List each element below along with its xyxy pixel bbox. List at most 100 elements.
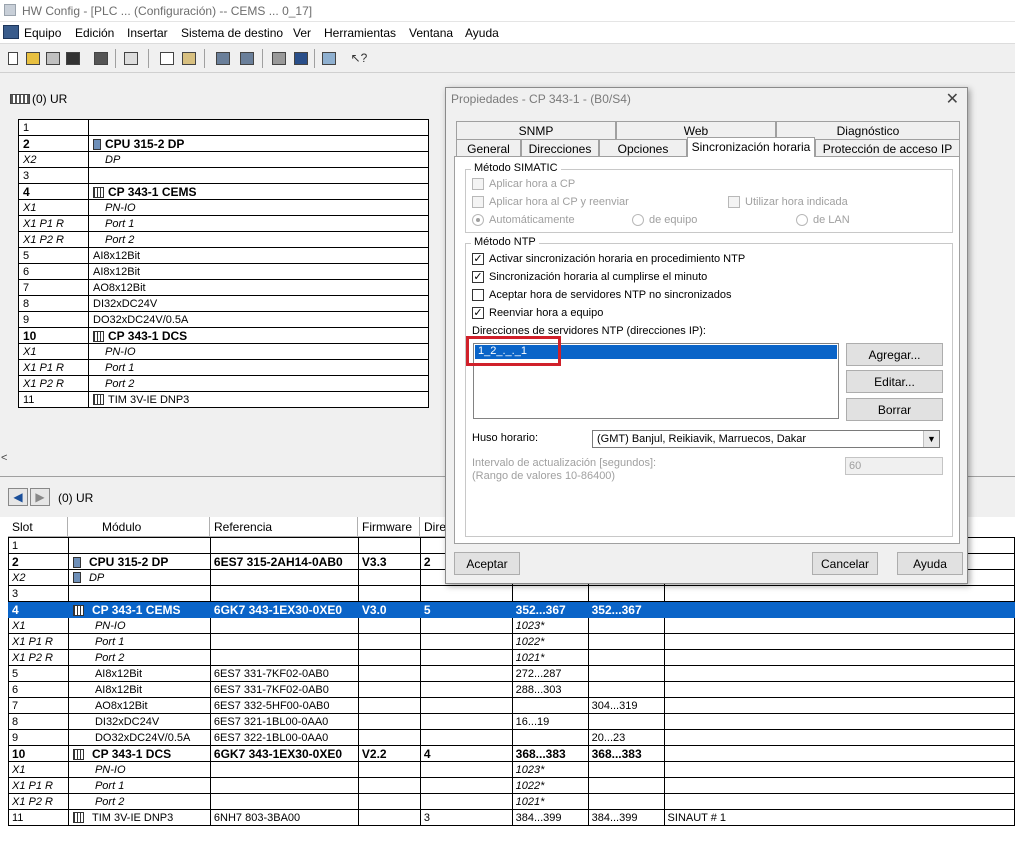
menu-insertar[interactable]: Insertar	[127, 26, 168, 40]
edit-button[interactable]: Editar...	[846, 370, 943, 393]
table-row[interactable]: 4 CP 343-1 CEMS 6GK7 343-1EX30-0XE0 V3.0 5 35…	[8, 601, 1015, 618]
tab-opciones[interactable]: Opciones	[599, 139, 687, 157]
rack-row[interactable]: X1 P2 R Port 2	[18, 375, 429, 392]
copy-icon[interactable]	[158, 49, 176, 67]
rack-row[interactable]: X1 PN-IO	[18, 199, 429, 216]
nav-back-icon[interactable]: ◀	[8, 488, 28, 506]
rack-row[interactable]: 1	[18, 119, 429, 136]
cell-fw: V2.2	[357, 745, 421, 762]
tab-direcciones[interactable]: Direcciones	[521, 139, 599, 157]
rack-row[interactable]: 3	[18, 167, 429, 184]
rack-row[interactable]: 11 TIM 3V-IE DNP3	[18, 391, 429, 408]
new-icon[interactable]	[4, 49, 22, 67]
menu-herramientas[interactable]: Herramientas	[324, 26, 396, 40]
tab-snmp[interactable]: SNMP	[456, 121, 616, 139]
cancel-button[interactable]: Cancelar	[812, 552, 878, 575]
scroll-left-icon[interactable]: <	[1, 452, 7, 464]
tab-proteccion-acceso-ip[interactable]: Protección de acceso IP	[815, 139, 960, 157]
rack-row[interactable]: 5 AI8x12Bit	[18, 247, 429, 264]
table-row[interactable]: X1 P1 R Port 1 1022*	[8, 777, 1015, 794]
rack-row[interactable]: 8 DI32xDC24V	[18, 295, 429, 312]
cell-text: 1021*	[515, 795, 545, 808]
save-icon[interactable]	[64, 49, 82, 67]
table-row[interactable]: 11 TIM 3V-IE DNP3 6NH7 803-3BA00 3 384...399…	[8, 809, 1015, 826]
nav-forward-icon[interactable]: ▶	[30, 488, 50, 506]
table-row[interactable]: 8 DI32xDC24V 6ES7 321-1BL00-0AA0 16...19	[8, 713, 1015, 730]
ok-button[interactable]: Aceptar	[454, 552, 520, 575]
table-row[interactable]: X1 PN-IO 1023*	[8, 617, 1015, 634]
rack-row[interactable]: 6 AI8x12Bit	[18, 263, 429, 280]
rack-row[interactable]: X1 P1 R Port 1	[18, 359, 429, 376]
chevron-down-icon[interactable]: ▼	[923, 431, 939, 447]
table-row[interactable]: 5 AI8x12Bit 6ES7 331-7KF02-0AB0 272...287	[8, 665, 1015, 682]
table-row[interactable]: 3	[8, 585, 1015, 602]
rack-row[interactable]: X2 DP	[18, 151, 429, 168]
menu-edicion[interactable]: Edición	[75, 26, 114, 40]
cell-ref: 6ES7 332-5HF00-0AB0	[209, 697, 359, 714]
mdi-child-icon[interactable]	[3, 25, 19, 39]
ntp-unsync-checkbox[interactable]: Aceptar hora de servidores NTP no sincro…	[472, 289, 732, 301]
close-icon[interactable]: ✕	[946, 89, 959, 109]
help-context-icon[interactable]: ↖?	[350, 49, 368, 67]
save-compile-icon[interactable]	[92, 49, 110, 67]
timezone-select[interactable]: (GMT) Banjul, Reikiavik, Marruecos, Daka…	[592, 430, 940, 448]
help-button[interactable]: Ayuda	[897, 552, 963, 575]
add-button[interactable]: Agregar...	[846, 343, 943, 366]
rack-row[interactable]: 10 CP 343-1 DCS	[18, 327, 429, 344]
menu-equipo[interactable]: Equipo	[24, 26, 61, 40]
rack-row[interactable]: X1 P1 R Port 1	[18, 215, 429, 232]
upload-icon[interactable]	[238, 49, 256, 67]
tab-sincronizacion-horaria[interactable]: Sincronización horaria	[687, 137, 815, 157]
table-row[interactable]: X1 PN-IO 1023*	[8, 761, 1015, 778]
netpro-icon[interactable]	[320, 49, 338, 67]
apply-cp-checkbox[interactable]: Aplicar hora a CP	[472, 178, 575, 190]
table-row[interactable]: X1 P1 R Port 1 1022*	[8, 633, 1015, 650]
rack-row[interactable]: 2 CPU 315-2 DP	[18, 135, 429, 152]
apply-forward-checkbox[interactable]: Aplicar hora al CP y reenviar	[472, 196, 629, 208]
table-row[interactable]: X1 P2 R Port 2 1021*	[8, 793, 1015, 810]
print-icon[interactable]	[122, 49, 140, 67]
auto-radio[interactable]: Automáticamente	[472, 214, 575, 226]
rack-module-name: AI8x12Bit	[93, 249, 141, 262]
table-row[interactable]: 7 AO8x12Bit 6ES7 332-5HF00-0AB0 304...319	[8, 697, 1015, 714]
cell-ref	[209, 537, 359, 554]
paste-icon[interactable]	[180, 49, 198, 67]
cell-module: CP 343-1 CEMS	[67, 601, 211, 618]
interval-input[interactable]: 60	[845, 457, 943, 475]
cell-text: 288...303	[515, 683, 562, 696]
ntp-minute-checkbox[interactable]: ✓ Sincronización horaria al cumplirse el…	[472, 271, 707, 283]
ntp-activate-checkbox[interactable]: ✓ Activar sincronización horaria en proc…	[472, 253, 745, 265]
table-row[interactable]: 9 DO32xDC24V/0.5A 6ES7 322-1BL00-0AA0 20...…	[8, 729, 1015, 746]
download-icon[interactable]	[214, 49, 232, 67]
view-icon[interactable]	[292, 49, 310, 67]
rack-row[interactable]: 7 AO8x12Bit	[18, 279, 429, 296]
use-indicated-checkbox[interactable]: Utilizar hora indicada	[728, 196, 848, 208]
menu-ver[interactable]: Ver	[293, 26, 311, 40]
rack-module	[88, 167, 429, 184]
col-referencia[interactable]: Referencia	[210, 517, 358, 537]
col-modulo[interactable]: Módulo	[68, 517, 210, 537]
catalog-icon[interactable]	[270, 49, 288, 67]
from-lan-radio[interactable]: de LAN	[796, 214, 850, 226]
cell-a	[587, 617, 665, 634]
table-row[interactable]: 10 CP 343-1 DCS 6GK7 343-1EX30-0XE0 V2.2 4 36…	[8, 745, 1015, 762]
table-row[interactable]: X1 P2 R Port 2 1021*	[8, 649, 1015, 666]
menu-ayuda[interactable]: Ayuda	[465, 26, 499, 40]
network-icon[interactable]	[44, 49, 62, 67]
delete-button[interactable]: Borrar	[846, 398, 943, 421]
rack-row[interactable]: 4 CP 343-1 CEMS	[18, 183, 429, 200]
horizontal-scrollbar[interactable]: <	[0, 452, 448, 466]
rack-row[interactable]: X1 P2 R Port 2	[18, 231, 429, 248]
menu-ventana[interactable]: Ventana	[409, 26, 453, 40]
col-firmware[interactable]: Firmware	[358, 517, 420, 537]
from-station-radio[interactable]: de equipo	[632, 214, 697, 226]
rack-row[interactable]: X1 PN-IO	[18, 343, 429, 360]
table-row[interactable]: 6 AI8x12Bit 6ES7 331-7KF02-0AB0 288...303	[8, 681, 1015, 698]
menu-sistema-destino[interactable]: Sistema de destino	[181, 26, 283, 40]
tab-general[interactable]: General	[456, 139, 521, 157]
cell-addr: 5	[419, 601, 513, 618]
open-icon[interactable]	[24, 49, 42, 67]
ntp-forward-checkbox[interactable]: ✓ Reenviar hora a equipo	[472, 307, 603, 319]
col-slot[interactable]: Slot	[8, 517, 68, 537]
rack-row[interactable]: 9 DO32xDC24V/0.5A	[18, 311, 429, 328]
